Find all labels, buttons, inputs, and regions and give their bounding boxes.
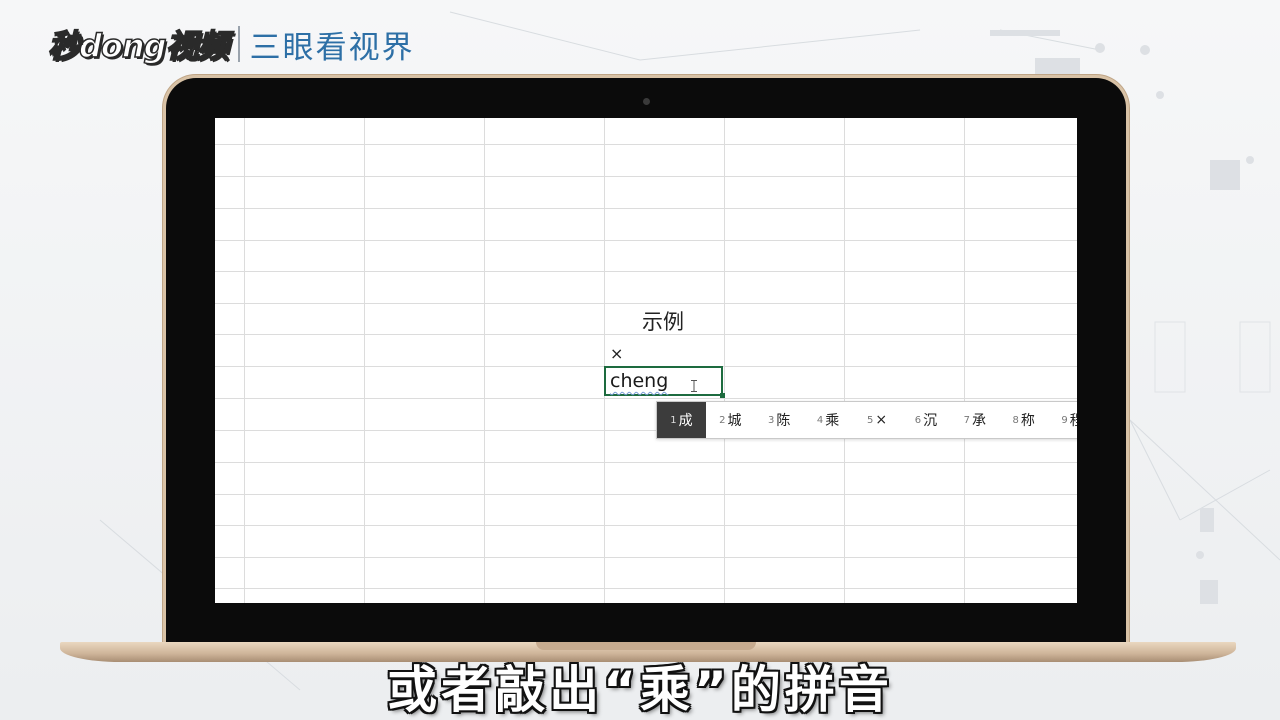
logo-divider — [237, 26, 240, 62]
channel-logo: 秒dong视频 三眼看视界 — [47, 22, 415, 66]
ime-candidate-6[interactable]: 6沉 — [901, 402, 950, 438]
ime-candidate-4[interactable]: 4乘 — [804, 402, 853, 438]
ime-candidate-1[interactable]: 1成 — [657, 402, 706, 438]
ime-candidate-9[interactable]: 9程 — [1048, 402, 1077, 438]
ime-candidate-7[interactable]: 7承 — [950, 402, 999, 438]
ime-candidate-8[interactable]: 8称 — [999, 402, 1048, 438]
ime-candidate-2[interactable]: 2城 — [706, 402, 755, 438]
video-subtitle: 或者敲出“乘”的拼音 — [387, 661, 893, 719]
brand-logo-text: 秒dong视频 — [47, 26, 229, 66]
ime-candidate-5[interactable]: 5 × — [853, 402, 902, 438]
spreadsheet-grid — [215, 118, 1077, 603]
times-symbol-cell[interactable]: × — [610, 344, 623, 363]
sheet-title-cell[interactable]: 示例 — [642, 306, 684, 336]
channel-name: 三眼看视界 — [249, 29, 415, 66]
active-cell-editor[interactable]: cheng — [604, 366, 725, 398]
fill-handle[interactable] — [720, 393, 725, 398]
laptop-base-notch — [536, 642, 756, 650]
cell-input-text[interactable]: cheng — [610, 370, 668, 392]
video-frame: 秒dong视频 三眼看视界 示例 × cheng 1 成 2 城 3 陈 4 乘… — [0, 0, 1280, 720]
text-cursor-icon — [691, 380, 697, 392]
webcam-icon — [643, 98, 650, 105]
ime-candidate-bar[interactable]: 1成 2城 3陈 4乘 5 × 6沉 7承 8称 9程 — [656, 401, 1077, 439]
spreadsheet-screen: 示例 × cheng 1成 2城 3陈 4乘 5 × 6沉 7承 8称 9程 — [215, 118, 1077, 603]
ime-candidate-3[interactable]: 3陈 — [755, 402, 804, 438]
